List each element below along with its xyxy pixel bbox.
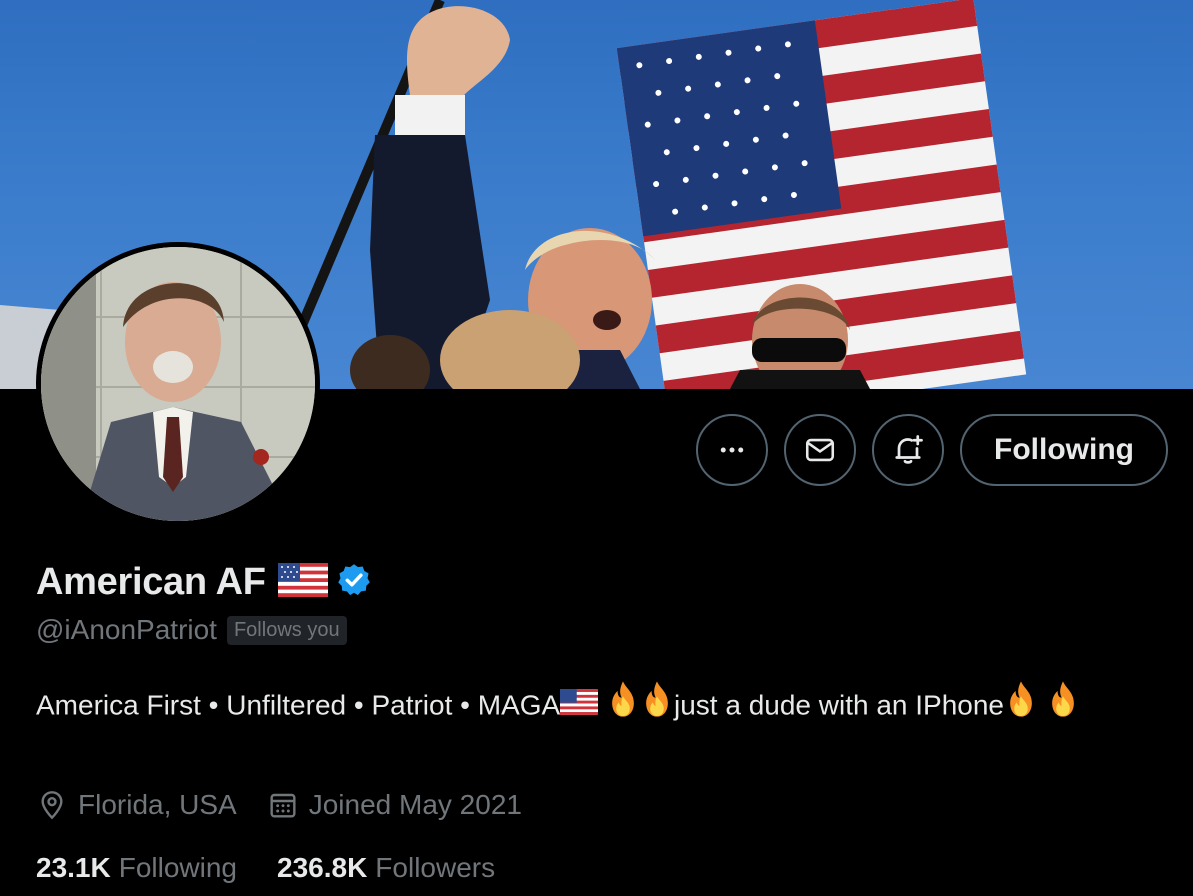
following-stat[interactable]: 23.1K Following bbox=[36, 852, 237, 884]
location-text: Florida, USA bbox=[78, 789, 237, 820]
following-label: Following bbox=[118, 852, 237, 883]
joined-text: Joined May 2021 bbox=[308, 789, 522, 820]
bio-text-2: just a dude with an IPhone bbox=[673, 689, 1004, 721]
verified-badge-icon[interactable] bbox=[336, 562, 372, 603]
us-flag-icon bbox=[277, 562, 328, 602]
following-count: 23.1K bbox=[36, 852, 111, 883]
joined-item: Joined May 2021 bbox=[267, 789, 522, 821]
followers-label: Followers bbox=[375, 852, 496, 883]
profile-avatar[interactable] bbox=[36, 242, 320, 526]
bio-text-1: America First • Unfiltered • Patriot • M… bbox=[36, 689, 561, 721]
followers-stat[interactable]: 236.8K Followers bbox=[277, 852, 495, 884]
location-pin-icon bbox=[41, 791, 63, 820]
more-horizontal-icon bbox=[720, 447, 744, 453]
following-button[interactable]: Following bbox=[960, 414, 1168, 486]
avatar-photo bbox=[41, 247, 315, 521]
profile-meta: Florida, USA Joined May 2021 bbox=[36, 784, 552, 826]
fire-emoji-icon bbox=[640, 680, 674, 731]
calendar-icon bbox=[270, 793, 296, 818]
profile-bio: America First • Unfiltered • Patriot • M… bbox=[36, 680, 1156, 731]
fire-emoji-icon bbox=[606, 680, 640, 731]
profile-stats: 23.1K Following 236.8K Followers bbox=[36, 848, 535, 888]
fire-emoji-icon bbox=[1046, 680, 1080, 731]
fire-emoji-icon bbox=[1004, 680, 1038, 731]
profile-name-row: American AF bbox=[36, 556, 372, 608]
display-name: American AF bbox=[36, 560, 266, 603]
username-handle: @iAnonPatriot bbox=[36, 614, 217, 645]
envelope-icon bbox=[805, 438, 835, 462]
notifications-button[interactable] bbox=[872, 414, 944, 486]
location-item: Florida, USA bbox=[36, 789, 237, 821]
followers-count: 236.8K bbox=[277, 852, 368, 883]
follows-you-badge: Follows you bbox=[226, 615, 347, 645]
us-flag-emoji-icon bbox=[560, 684, 599, 728]
more-button[interactable] bbox=[696, 414, 768, 486]
message-button[interactable] bbox=[784, 414, 856, 486]
handle-row: @iAnonPatriot Follows you bbox=[36, 610, 347, 650]
bell-plus-icon bbox=[895, 435, 923, 464]
